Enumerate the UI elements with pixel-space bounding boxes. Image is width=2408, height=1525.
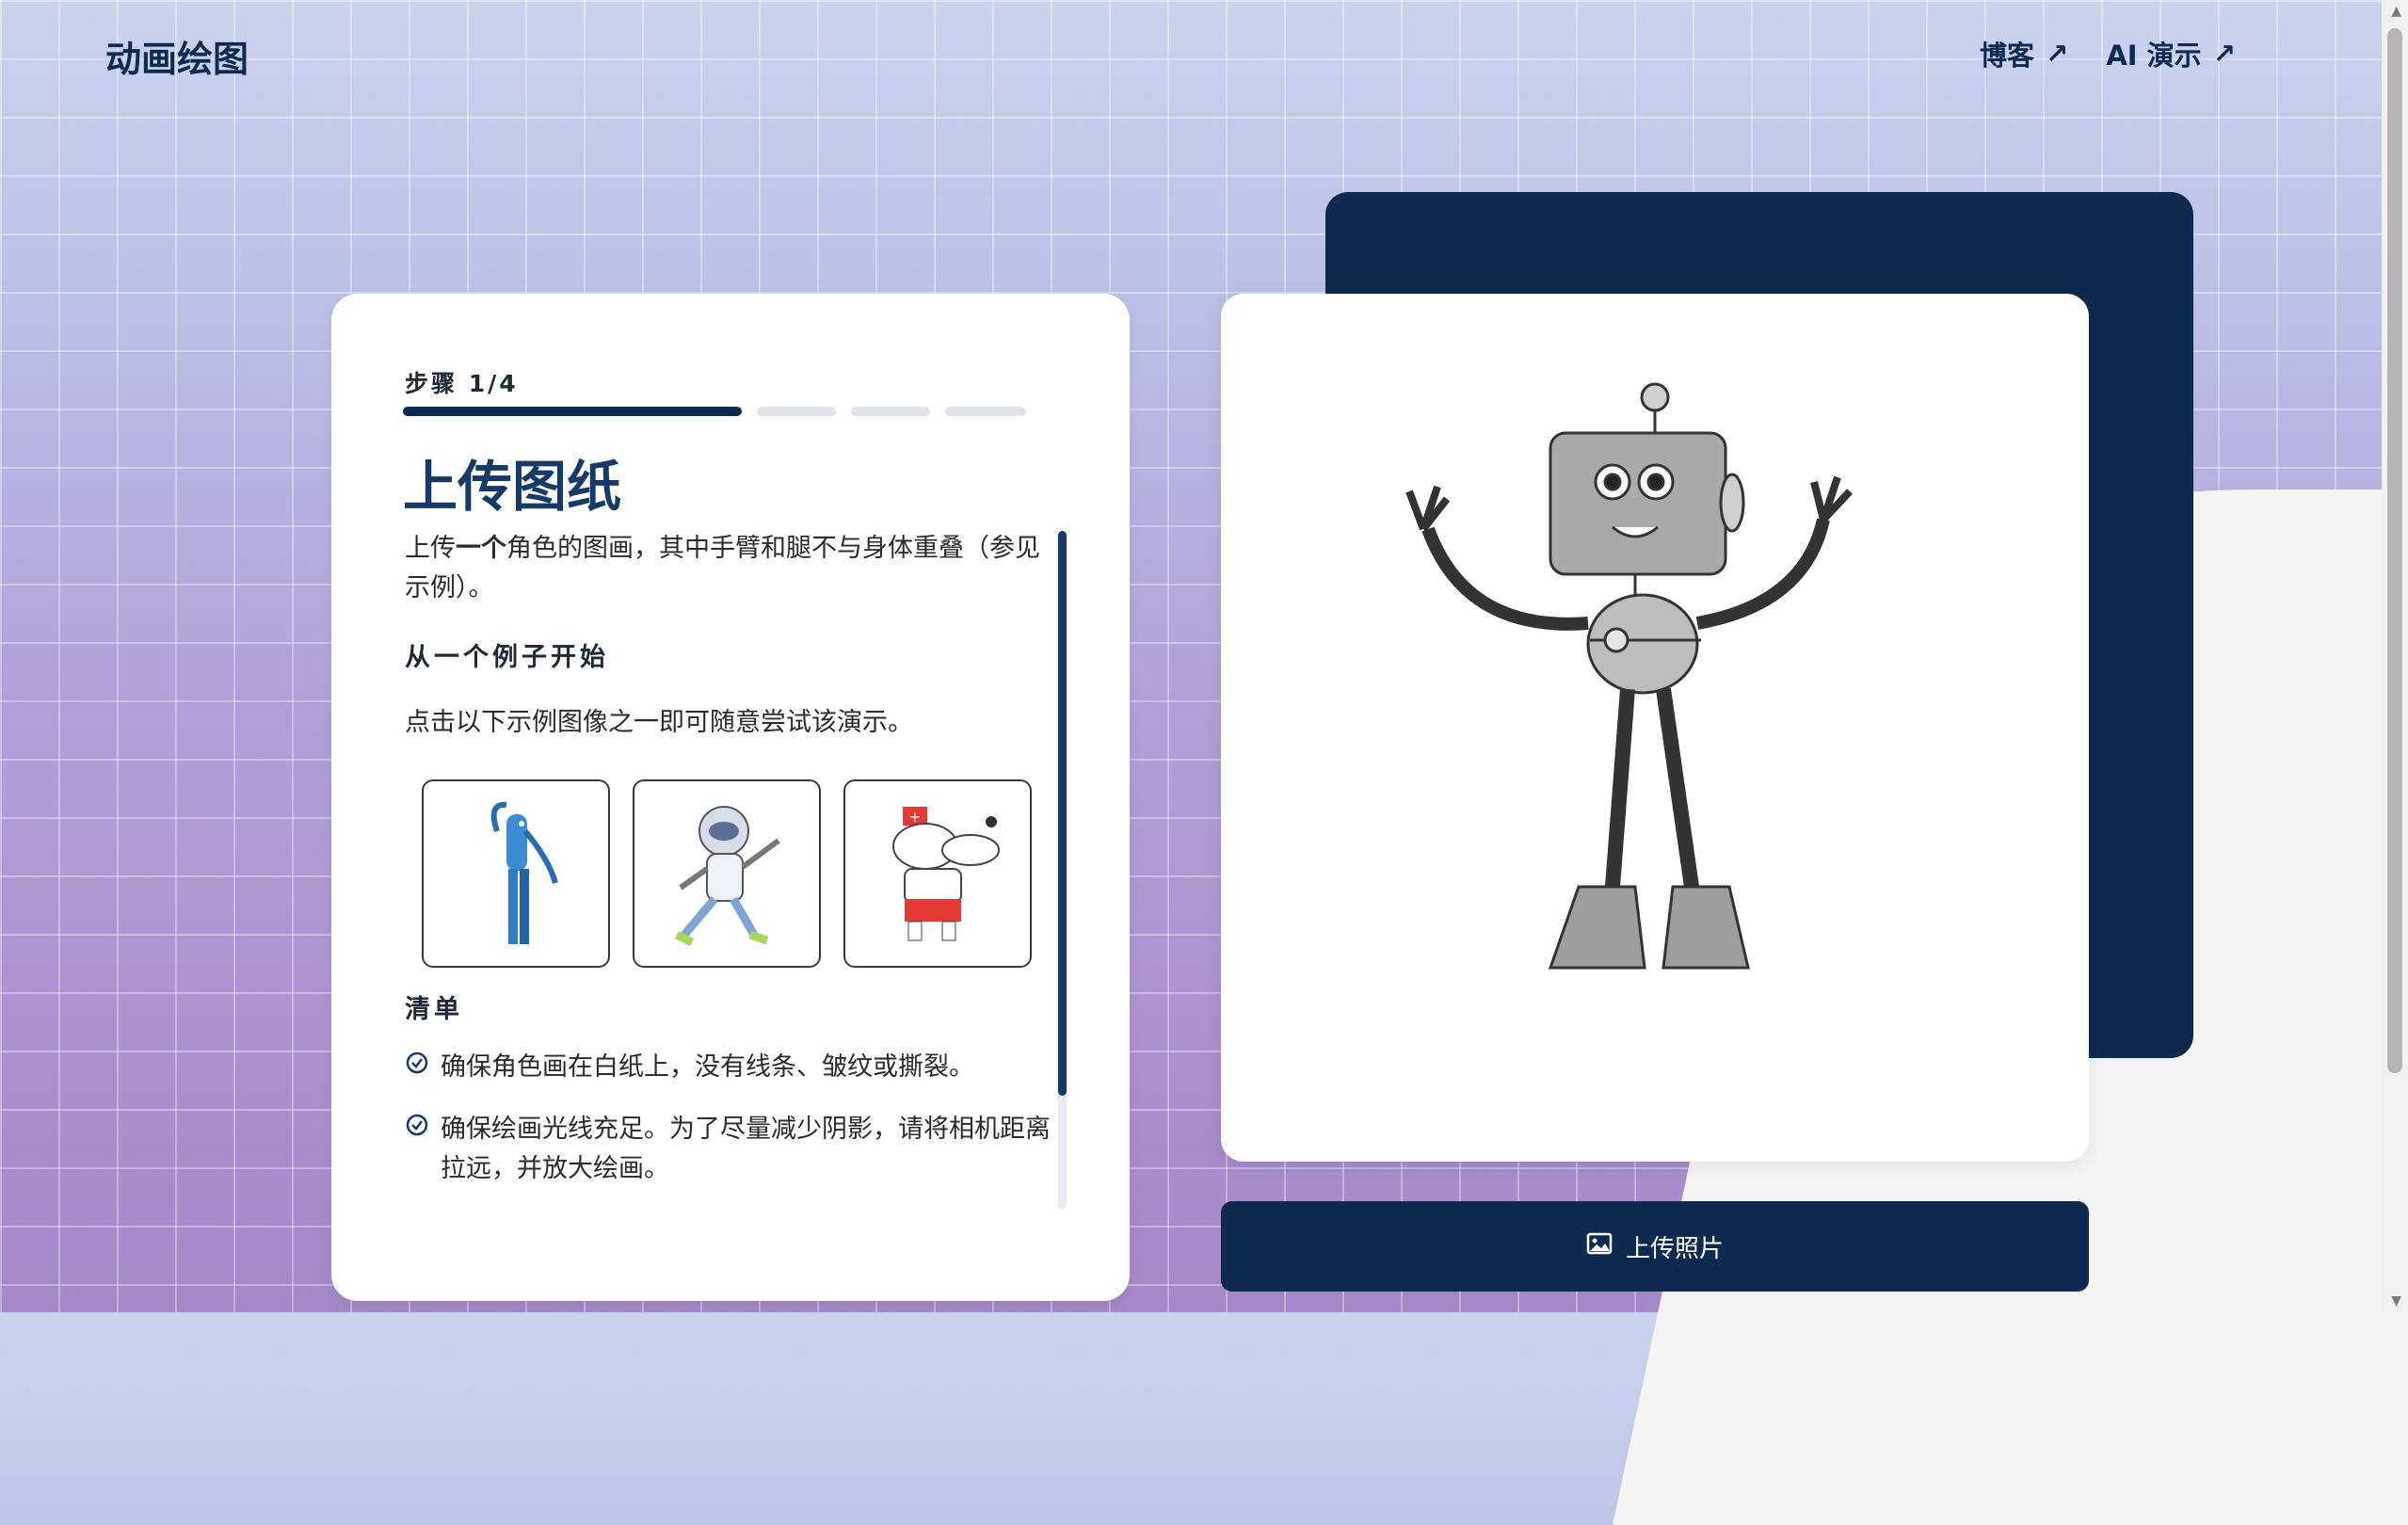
upload-photo-label: 上传照片	[1625, 1234, 1724, 1263]
page-scrollbar-thumb[interactable]	[2387, 28, 2402, 1073]
nav-ai-demo-label: AI 演示	[2106, 40, 2202, 72]
check-circle-icon	[405, 1048, 433, 1087]
check-circle-icon	[405, 1110, 433, 1188]
examples-subtitle: 点击以下示例图像之一即可随意尝试该演示。	[405, 708, 913, 737]
checklist-text: 确保绘画光线充足。为了尽量减少阴影，请将相机距离拉远，并放大绘画。	[441, 1115, 1051, 1183]
content-scrollbar-thumb[interactable]	[1058, 531, 1067, 1096]
content-scrollbar[interactable]	[1058, 531, 1067, 1209]
step-description: 上传一个角色的图画，其中手臂和腿不与身体重叠（参见示例）。	[405, 529, 1054, 608]
upload-photo-button[interactable]: 上传照片	[1221, 1201, 2089, 1292]
example-gallery: +	[422, 779, 1054, 968]
example-image-3[interactable]: +	[843, 779, 1032, 968]
external-link-icon: ↗	[2212, 38, 2236, 70]
site-logo[interactable]: 动画绘图	[105, 30, 249, 82]
svg-text:+: +	[908, 808, 921, 826]
desc-bold: 一个	[456, 534, 506, 563]
site-header: 动画绘图 博客 ↗ AI 演示 ↗	[0, 0, 2382, 104]
checklist-text: 确保角色画在白纸上，没有线条、皱纹或撕裂。	[441, 1052, 974, 1082]
checklist-item: 确保绘画光线充足。为了尽量减少阴影，请将相机距离拉远，并放大绘画。	[405, 1110, 1054, 1188]
examples-heading: 从一个例子开始	[405, 643, 609, 672]
astronaut-drawing-icon	[674, 806, 780, 947]
page-scrollbar[interactable]: ▲ ▼	[2382, 0, 2408, 1312]
progress-segment-1	[403, 407, 742, 416]
scroll-down-icon[interactable]: ▼	[2391, 1293, 2401, 1308]
image-icon	[1586, 1232, 1613, 1261]
step-progress	[403, 407, 1026, 416]
preview-panel	[1221, 294, 2089, 1162]
page-title: 上传图纸	[403, 455, 622, 519]
dog-nurse-drawing-icon: +	[892, 807, 1000, 941]
scroll-up-icon[interactable]: ▲	[2391, 4, 2401, 19]
progress-segment-3	[851, 407, 930, 416]
step-content[interactable]: 上传一个角色的图画，其中手臂和腿不与身体重叠（参见示例）。 从一个例子开始 点击…	[405, 529, 1054, 1188]
progress-segment-2	[757, 407, 836, 416]
step-indicator: 步骤 1/4	[405, 370, 519, 397]
progress-segment-4	[945, 407, 1026, 416]
desc-prefix: 上传	[405, 534, 456, 563]
checklist-heading: 清单	[405, 995, 463, 1024]
robot-drawing-icon	[1405, 382, 1853, 970]
nav-blog-label: 博客	[1980, 40, 2035, 72]
example-image-2[interactable]	[633, 779, 821, 968]
checklist-item: 确保角色画在白纸上，没有线条、皱纹或撕裂。	[405, 1048, 1054, 1087]
nav-ai-demo-link[interactable]: AI 演示 ↗	[2106, 34, 2236, 73]
external-link-icon: ↗	[2046, 38, 2069, 70]
blue-creature-drawing-icon	[490, 801, 558, 944]
example-image-1[interactable]	[422, 779, 610, 968]
nav-blog-link[interactable]: 博客 ↗	[1980, 34, 2068, 73]
step-card: 步骤 1/4 上传图纸 上传一个角色的图画，其中手臂和腿不与身体重叠（参见示例）…	[331, 294, 1130, 1301]
top-nav: 博客 ↗ AI 演示 ↗	[1980, 34, 2236, 73]
